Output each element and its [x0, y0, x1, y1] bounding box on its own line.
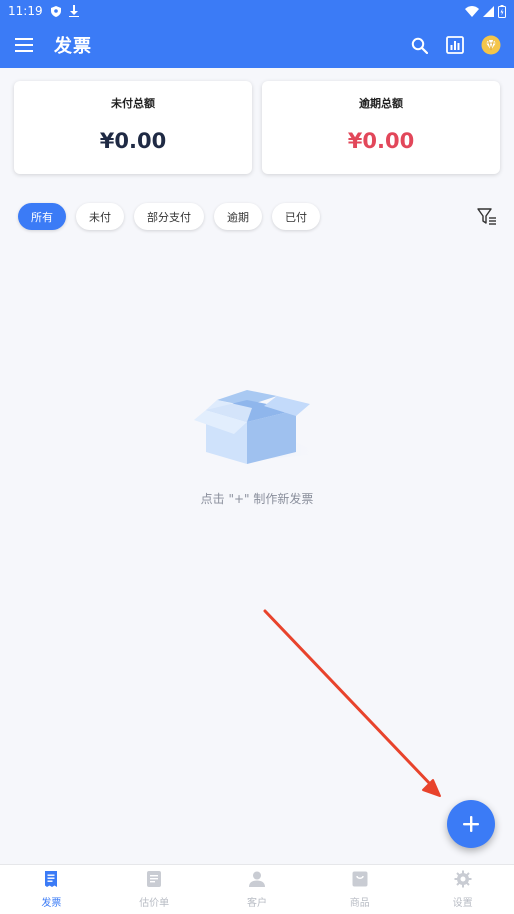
nav-products[interactable]: 商品: [308, 865, 411, 914]
filter-chip-paid[interactable]: 已付: [272, 203, 320, 230]
menu-icon[interactable]: [12, 33, 36, 57]
empty-state: 点击 "+" 制作新发票: [0, 372, 514, 507]
filter-chip-partial[interactable]: 部分支付: [134, 203, 204, 230]
nav-label: 设置: [452, 898, 473, 909]
unpaid-total-amount: ¥0.00: [99, 129, 167, 153]
status-time: 11:19: [8, 4, 43, 18]
overdue-total-label: 逾期总额: [359, 97, 403, 110]
filter-list-icon[interactable]: [476, 206, 498, 228]
nav-label: 发票: [41, 898, 62, 909]
nav-label: 商品: [349, 898, 370, 909]
premium-diamond-icon[interactable]: [480, 34, 502, 56]
nav-label: 客户: [246, 898, 267, 909]
estimate-icon: [145, 870, 163, 892]
wifi-icon: [465, 5, 479, 17]
signal-icon: [483, 5, 494, 17]
download-icon: [68, 5, 79, 17]
status-bar: 11:19: [0, 0, 514, 22]
page-title: 发票: [54, 36, 92, 57]
unpaid-total-label: 未付总额: [111, 97, 155, 110]
filter-chip-unpaid[interactable]: 未付: [76, 203, 124, 230]
empty-box-icon: [192, 372, 322, 476]
filter-chip-overdue[interactable]: 逾期: [214, 203, 262, 230]
summary-cards: 未付总额 ¥0.00 逾期总额 ¥0.00: [14, 81, 500, 174]
unpaid-total-card: 未付总额 ¥0.00: [14, 81, 252, 174]
search-icon[interactable]: [408, 34, 430, 56]
shield-icon: [50, 5, 61, 17]
bottom-navigation: 发票 估价单 客户 商品 设置: [0, 864, 514, 914]
filter-chip-all[interactable]: 所有: [18, 203, 66, 230]
nav-settings[interactable]: 设置: [411, 865, 514, 914]
settings-icon: [454, 870, 472, 892]
report-chart-icon[interactable]: [444, 34, 466, 56]
overdue-total-card: 逾期总额 ¥0.00: [262, 81, 500, 174]
status-filter-bar: 所有 未付 部分支付 逾期 已付: [18, 203, 498, 230]
battery-icon: [498, 4, 506, 18]
overdue-total-amount: ¥0.00: [347, 129, 415, 153]
nav-invoices[interactable]: 发票: [0, 865, 103, 914]
nav-clients[interactable]: 客户: [206, 865, 309, 914]
empty-state-hint: 点击 "+" 制作新发票: [200, 492, 314, 506]
app-bar: 发票: [0, 22, 514, 68]
add-invoice-button[interactable]: [447, 800, 495, 848]
invoice-icon: [42, 870, 60, 892]
nav-label: 估价单: [139, 898, 170, 909]
plus-icon: [463, 816, 479, 832]
client-icon: [248, 870, 266, 892]
product-icon: [351, 870, 369, 892]
nav-estimates[interactable]: 估价单: [103, 865, 206, 914]
